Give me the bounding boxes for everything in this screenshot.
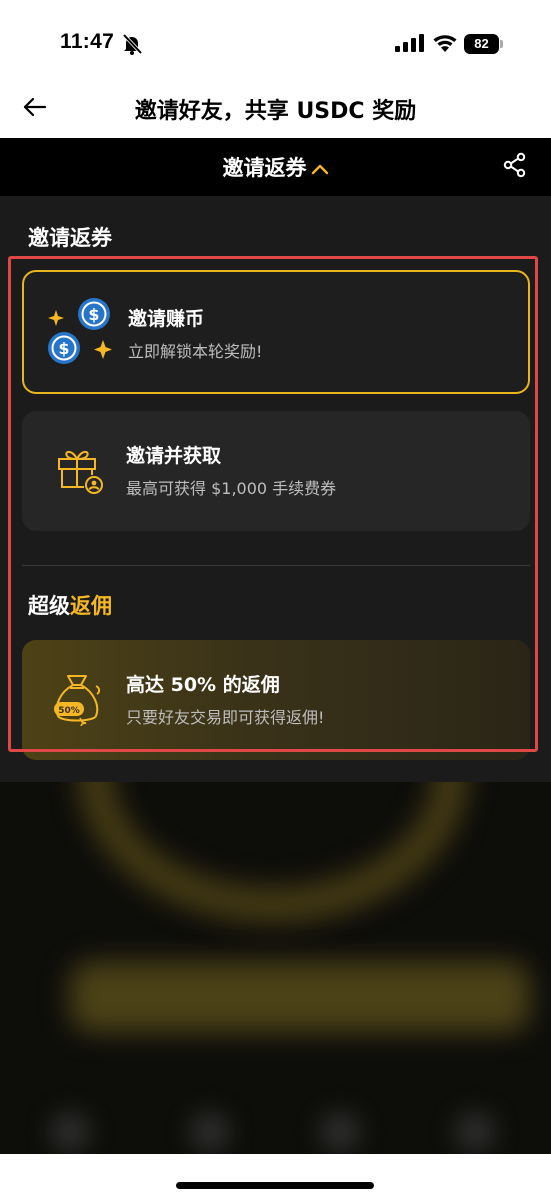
panel-header: 邀请返券 [0, 138, 551, 196]
money-bag-icon: 50% [54, 675, 101, 726]
panel-dropdown-label: 邀请返券 [222, 156, 307, 180]
svg-text:$: $ [58, 339, 69, 358]
home-bar [0, 1154, 551, 1200]
section-title-accent: 返佣 [70, 594, 112, 618]
section-title-prefix: 超级 [28, 594, 70, 618]
gift-user-icon [58, 450, 103, 494]
chevron-up-icon [311, 156, 329, 180]
usdc-coins-icon: $ $ [48, 298, 112, 364]
card-subtitle: 立即解锁本轮奖励! [128, 342, 263, 361]
section-title-invite-coupons: 邀请返券 [28, 226, 112, 250]
battery-icon: 82 [464, 34, 504, 54]
svg-text:$: $ [88, 305, 99, 324]
card-subtitle: 最高可获得 $1,000 手续费券 [126, 479, 337, 498]
nav-header: 邀请好友，共享 USDC 奖励 [0, 76, 551, 138]
card-invite-earn[interactable]: $ $ 邀请赚币 立即解锁本轮奖励! [22, 270, 530, 394]
card-invite-get[interactable]: 邀请并获取 最高可获得 $1,000 手续费券 [22, 411, 530, 531]
card-rebate[interactable]: 50% 高达 50% 的返佣 只要好友交易即可获得返佣! [22, 640, 530, 760]
blurred-background [0, 782, 551, 1154]
card-title: 邀请赚币 [128, 308, 205, 330]
home-indicator[interactable] [176, 1182, 374, 1189]
card-subtitle: 只要好友交易即可获得返佣! [126, 708, 325, 727]
card-title: 邀请并获取 [126, 445, 222, 467]
divider [22, 565, 530, 566]
card-title: 高达 50% 的返佣 [126, 674, 280, 696]
battery-level: 82 [464, 34, 499, 54]
page-title: 邀请好友，共享 USDC 奖励 [134, 99, 417, 124]
signal-icon [395, 34, 424, 52]
section-title-super-rebate: 超级返佣 [28, 590, 112, 620]
status-time: 11:47 [60, 30, 115, 53]
bell-off-icon [122, 33, 143, 55]
bag-badge: 50% [58, 706, 80, 716]
status-bar: 11:47 82 [0, 0, 551, 76]
wifi-icon [433, 35, 457, 52]
share-icon[interactable] [502, 152, 528, 178]
panel-dropdown[interactable]: 邀请返券 [0, 152, 551, 182]
invite-rewards-panel: 邀请返券 邀请返券 $ $ 邀请赚币 立即解锁本轮奖励! 邀请并获取 最高可获得… [0, 138, 551, 782]
